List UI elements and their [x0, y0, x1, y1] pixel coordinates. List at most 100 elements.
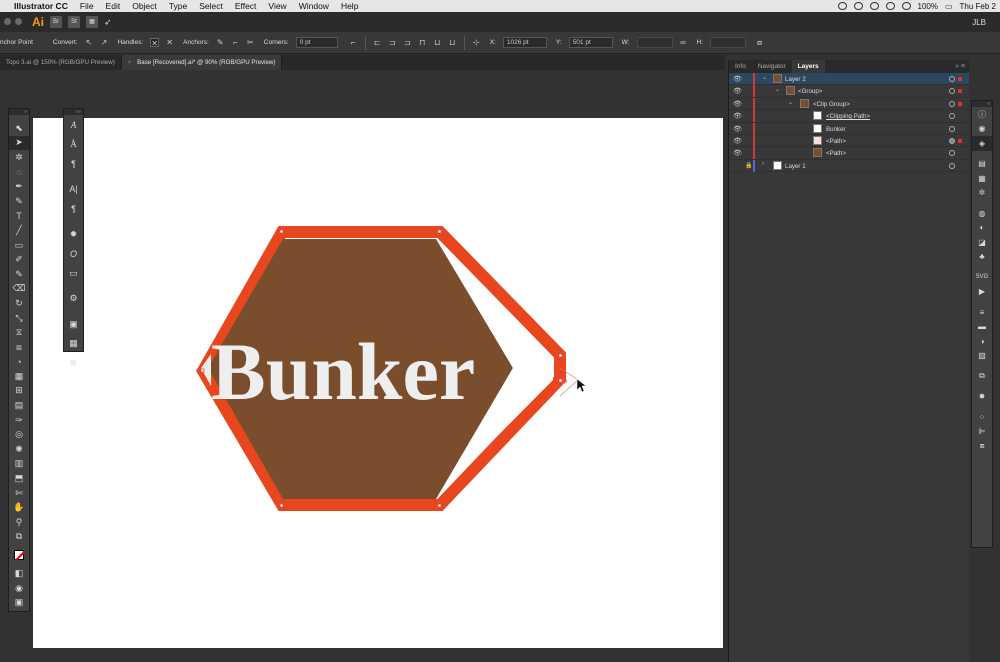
- selection-indicator[interactable]: [958, 89, 962, 94]
- align-right-icon[interactable]: ⊐: [403, 38, 412, 47]
- character-icon[interactable]: A|: [64, 180, 83, 200]
- align-bottom-icon[interactable]: ⊔: [448, 38, 457, 47]
- swatches-panel-icon[interactable]: ◪: [972, 235, 992, 250]
- mesh-tool-icon[interactable]: ⊞: [9, 384, 29, 399]
- navigator-panel-icon[interactable]: ◉: [972, 122, 992, 137]
- tab-layers[interactable]: Layers: [791, 60, 825, 73]
- convert-smooth-icon[interactable]: ↗: [99, 38, 108, 47]
- align-panel-icon[interactable]: ⊫: [972, 425, 992, 440]
- layer-row-clipping-path[interactable]: 👁 <Clipping Path>: [729, 110, 969, 123]
- blend-tool-icon[interactable]: ◎: [9, 427, 29, 442]
- anchor-point[interactable]: [200, 368, 205, 373]
- target-circle-icon[interactable]: [949, 88, 955, 95]
- visibility-eye-icon[interactable]: 👁: [733, 149, 742, 157]
- convert-corner-icon[interactable]: ↖: [84, 38, 93, 47]
- visibility-eye-icon[interactable]: 👁: [733, 75, 742, 83]
- character-styles-icon[interactable]: A: [64, 115, 83, 135]
- selection-indicator[interactable]: [958, 101, 962, 106]
- battery-icon[interactable]: ▭: [945, 2, 953, 11]
- svg-interactivity-icon[interactable]: SVG: [972, 270, 992, 285]
- layer-row-layer-1[interactable]: 🔒 › Layer 1: [729, 159, 969, 173]
- layers-panel-icon[interactable]: ◈: [972, 136, 992, 151]
- cut-path-icon[interactable]: ✂: [246, 38, 255, 47]
- chevron-down-icon[interactable]: ⌄: [775, 86, 780, 93]
- tab-info[interactable]: Info: [729, 60, 752, 73]
- menu-select[interactable]: Select: [199, 1, 223, 11]
- color-guide-icon[interactable]: ◐: [972, 221, 992, 236]
- selection-tool-icon[interactable]: ⬉: [9, 121, 29, 136]
- direct-selection-tool-icon[interactable]: ➤: [9, 135, 29, 151]
- menu-object[interactable]: Object: [132, 1, 157, 11]
- constrain-link-icon[interactable]: ∞: [679, 38, 688, 47]
- layer-row-layer-2[interactable]: 👁 ⌄ Layer 2: [729, 73, 969, 86]
- line-tool-icon[interactable]: ╱: [9, 223, 29, 238]
- menu-effect[interactable]: Effect: [235, 1, 257, 11]
- sync-icon[interactable]: [853, 2, 863, 10]
- shape-builder-tool-icon[interactable]: ◔: [9, 355, 29, 370]
- rotate-tool-icon[interactable]: ↻: [9, 296, 29, 311]
- chevron-down-icon[interactable]: ⌄: [788, 99, 793, 106]
- pathfinder-panel-icon[interactable]: ⧉: [972, 369, 992, 384]
- eraser-tool-icon[interactable]: ⌫: [9, 282, 29, 297]
- width-tool-icon[interactable]: ⧖: [9, 325, 29, 340]
- hide-handles-icon[interactable]: ✕: [165, 38, 174, 47]
- show-handles-icon[interactable]: ✕: [150, 38, 160, 48]
- tabs-ruler-icon[interactable]: ▭: [64, 264, 83, 284]
- menu-view[interactable]: View: [268, 1, 286, 11]
- default-colors-icon[interactable]: ⧉: [9, 530, 29, 545]
- align-center-icon[interactable]: ⊐: [388, 38, 397, 47]
- bluetooth-icon[interactable]: [869, 2, 879, 10]
- width-input[interactable]: [636, 37, 673, 48]
- anchor-point[interactable]: [279, 229, 284, 234]
- artboard-tool-icon[interactable]: ⬒: [9, 471, 29, 486]
- close-window-button[interactable]: [4, 18, 11, 25]
- creative-cloud-icon[interactable]: [837, 2, 847, 10]
- target-circle-icon[interactable]: [949, 150, 955, 157]
- menu-file[interactable]: File: [80, 1, 94, 11]
- gradient-panel-icon[interactable]: ▬: [972, 320, 992, 335]
- x-position-input[interactable]: 1026 pt: [502, 37, 547, 48]
- chevron-right-icon[interactable]: ›: [762, 161, 764, 167]
- visibility-eye-icon[interactable]: 👁: [733, 137, 742, 145]
- scale-tool-icon[interactable]: ⤡: [9, 311, 29, 326]
- symbol-sprayer-tool-icon[interactable]: ✺: [9, 442, 29, 457]
- zoom-tool-icon[interactable]: ⚲: [9, 515, 29, 530]
- anchor-point[interactable]: [558, 353, 563, 358]
- panel-menu-icon[interactable]: » ≡: [955, 63, 965, 70]
- chevron-down-icon[interactable]: ⌄: [762, 74, 767, 81]
- eyedropper-tool-icon[interactable]: ✑: [9, 413, 29, 428]
- symbols-panel-icon[interactable]: ♣: [972, 250, 992, 265]
- target-circle-icon[interactable]: [949, 137, 955, 144]
- corner-type-icon[interactable]: ⌐: [349, 38, 358, 47]
- corners-input[interactable]: 0 pt: [295, 37, 338, 48]
- target-circle-icon[interactable]: [949, 113, 955, 120]
- bridge-button[interactable]: Br: [50, 16, 62, 28]
- column-graph-tool-icon[interactable]: ▥: [9, 457, 29, 472]
- height-input[interactable]: [710, 37, 746, 48]
- actions-panel-icon[interactable]: ▶: [972, 285, 992, 300]
- y-position-input[interactable]: 501 pt: [568, 37, 613, 48]
- pen-tool-icon[interactable]: ✒: [9, 179, 29, 194]
- visibility-eye-icon[interactable]: 👁: [733, 87, 742, 95]
- close-tab-icon[interactable]: ×: [128, 59, 132, 66]
- layer-row-bunker-text[interactable]: 👁 Bunker: [729, 122, 969, 135]
- layer-row-path[interactable]: 👁 <Path>: [729, 147, 969, 160]
- arrange-documents-icon[interactable]: ▦: [86, 16, 98, 28]
- tab-base-recovered[interactable]: × Base [Recovered].ai* @ 90% (RGB/GPU Pr…: [121, 55, 283, 70]
- rectangle-tool-icon[interactable]: ▭: [9, 238, 29, 253]
- anchor-point[interactable]: [437, 229, 442, 234]
- visibility-eye-icon[interactable]: 👁: [733, 125, 742, 133]
- document-info-icon[interactable]: ▣: [64, 315, 83, 335]
- settings-gear-icon[interactable]: ⚙: [64, 289, 83, 309]
- align-top-icon[interactable]: ⊓: [418, 38, 427, 47]
- minimize-window-button[interactable]: [15, 18, 22, 25]
- reference-point-icon[interactable]: ⊹: [472, 38, 481, 47]
- target-circle-icon[interactable]: [949, 162, 955, 169]
- transform-icon[interactable]: ⧈: [755, 38, 764, 47]
- libraries-panel-icon[interactable]: ▦: [972, 171, 992, 186]
- stroke-panel-icon[interactable]: ≡: [972, 305, 992, 320]
- gradient-tool-icon[interactable]: ▤: [9, 398, 29, 413]
- anchor-point[interactable]: [558, 378, 563, 383]
- menubar-clock[interactable]: Thu Feb 2: [960, 2, 996, 11]
- screen-mode-icon[interactable]: ▣: [9, 595, 29, 610]
